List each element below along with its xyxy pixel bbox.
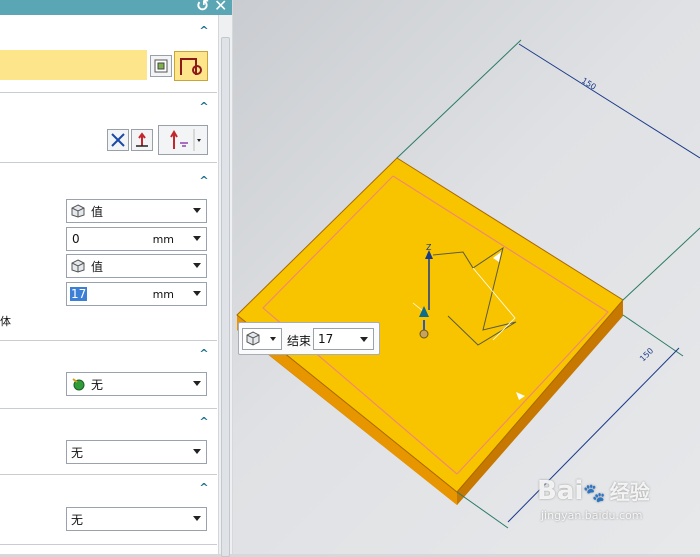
chevron-down-icon	[193, 516, 201, 521]
dim-extension-line	[622, 227, 700, 301]
chevron-down-icon	[193, 236, 201, 241]
boolean-group: ^ 无	[0, 340, 217, 408]
chevron-down-icon	[360, 337, 368, 342]
offset-select[interactable]: 无	[66, 507, 207, 531]
selected-curve-row[interactable]	[0, 50, 147, 80]
chevron-down-icon	[193, 263, 201, 268]
dim-extension-line	[456, 491, 509, 529]
model-scene: 150 150 Z	[236, 39, 700, 529]
collapse-section-icon[interactable]: ^	[197, 24, 211, 37]
reverse-direction-icon[interactable]	[107, 129, 129, 151]
end-label: 结束	[287, 334, 312, 348]
drag-handle-ball[interactable]	[419, 329, 429, 339]
limits-partial-label: 体	[0, 315, 11, 328]
end-type-value: 值	[91, 259, 104, 274]
boolean-none-icon	[72, 378, 85, 391]
draft-select[interactable]: 无	[66, 440, 207, 464]
section-selection-group: ^	[0, 15, 217, 92]
end-distance-input[interactable]: 17 mm	[66, 282, 207, 306]
vector-selector-dropdown[interactable]	[158, 125, 208, 155]
dim-label-top: 150	[580, 76, 598, 92]
end-value-input[interactable]: 17	[313, 328, 374, 350]
start-distance-input[interactable]: 0 mm	[66, 227, 207, 251]
draft-value: 无	[71, 445, 84, 460]
direction-group: ^	[0, 92, 217, 162]
start-type-value: 值	[91, 204, 104, 219]
reset-icon[interactable]: ↺	[196, 0, 209, 15]
sketch-section-icon[interactable]	[150, 55, 172, 77]
collapse-draft-icon[interactable]: ^	[197, 415, 211, 428]
dialog-scrollbar[interactable]	[218, 15, 232, 557]
scrollbar-thumb[interactable]	[221, 37, 230, 557]
watermark-url: jingyan.baidu.com	[541, 509, 643, 522]
cube-icon	[71, 204, 85, 218]
collapse-limits-icon[interactable]: ^	[197, 174, 211, 187]
end-value: 17	[318, 332, 334, 346]
close-icon[interactable]: ✕	[214, 0, 227, 15]
floating-end-input: 结束 17	[238, 322, 380, 355]
dim-line-top	[518, 43, 700, 159]
next-section-edge	[0, 544, 217, 554]
end-unit-label: mm	[152, 288, 174, 301]
offset-value: 无	[71, 512, 84, 527]
dim-extension-line	[622, 314, 684, 357]
boolean-value: 无	[91, 377, 104, 392]
end-type-mini-select[interactable]	[242, 328, 282, 350]
extrude-dialog: ↺ ✕ ^ ^ ^ 值 0 mm 值 17 mm 体 ^ 无 ^ 无 ^ 无	[0, 0, 232, 557]
cube-icon	[71, 259, 85, 273]
chevron-down-icon	[193, 449, 201, 454]
draft-group: ^ 无	[0, 408, 217, 474]
end-distance-value: 17	[70, 287, 88, 301]
curve-select-icon[interactable]	[174, 51, 208, 81]
collapse-offset-icon[interactable]: ^	[197, 481, 211, 494]
limits-group: ^ 值 0 mm 值 17 mm 体	[0, 162, 217, 340]
watermark-logo: Bai🐾 经验	[537, 476, 650, 506]
vector-dialog-icon[interactable]	[131, 129, 153, 151]
collapse-boolean-icon[interactable]: ^	[197, 347, 211, 360]
chevron-down-icon	[193, 381, 201, 386]
boolean-select[interactable]: 无	[66, 372, 207, 396]
dialog-titlebar: ↺ ✕	[0, 0, 232, 15]
end-type-select[interactable]: 值	[66, 254, 207, 278]
chevron-down-icon	[193, 291, 201, 296]
dim-label-right: 150	[638, 346, 655, 363]
start-unit-label: mm	[152, 233, 174, 246]
collapse-direction-icon[interactable]: ^	[197, 100, 211, 113]
offset-group: ^ 无	[0, 474, 217, 544]
dim-extension-line	[396, 39, 522, 159]
chevron-down-icon	[193, 208, 201, 213]
start-distance-value: 0	[72, 232, 80, 246]
z-axis-label: Z	[426, 243, 432, 252]
start-type-select[interactable]: 值	[66, 199, 207, 223]
